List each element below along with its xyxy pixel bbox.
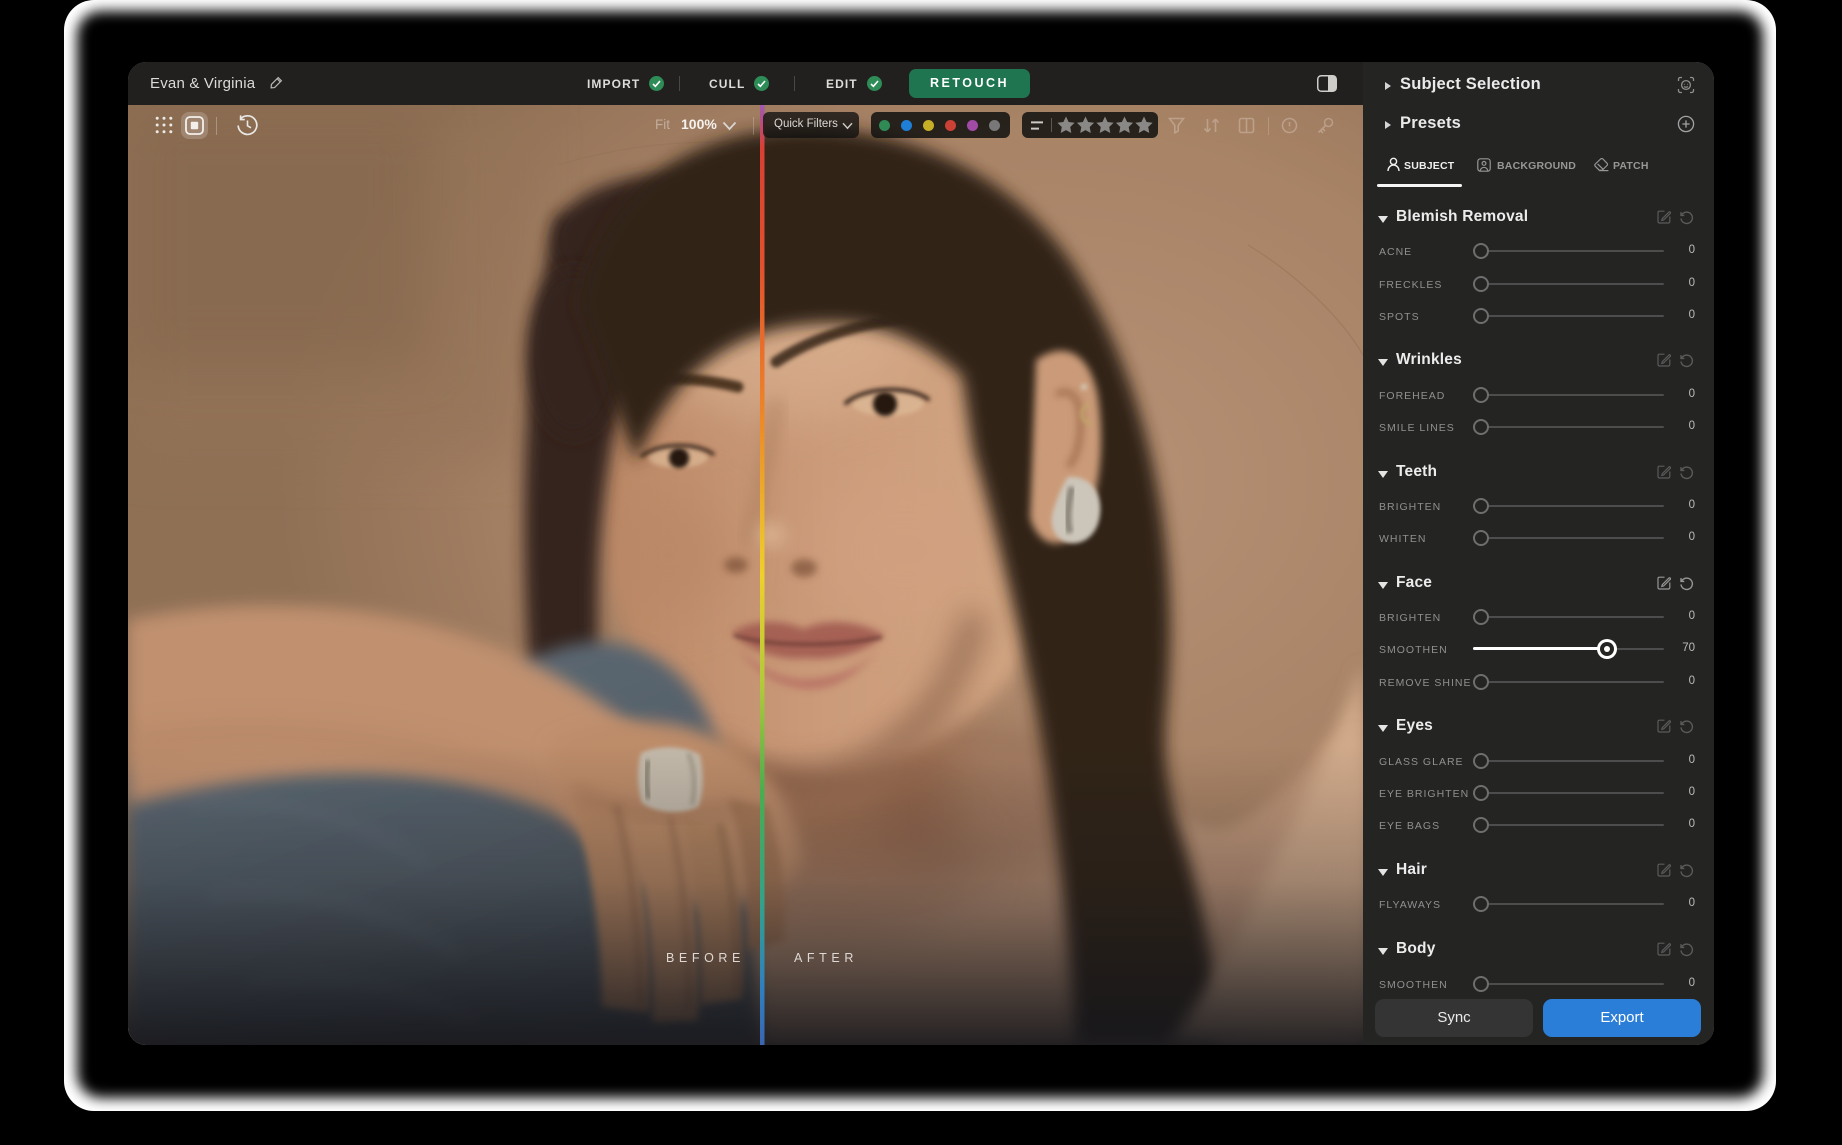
svg-text:BEFORE: BEFORE	[666, 951, 745, 965]
svg-text:AFTER: AFTER	[794, 951, 858, 965]
